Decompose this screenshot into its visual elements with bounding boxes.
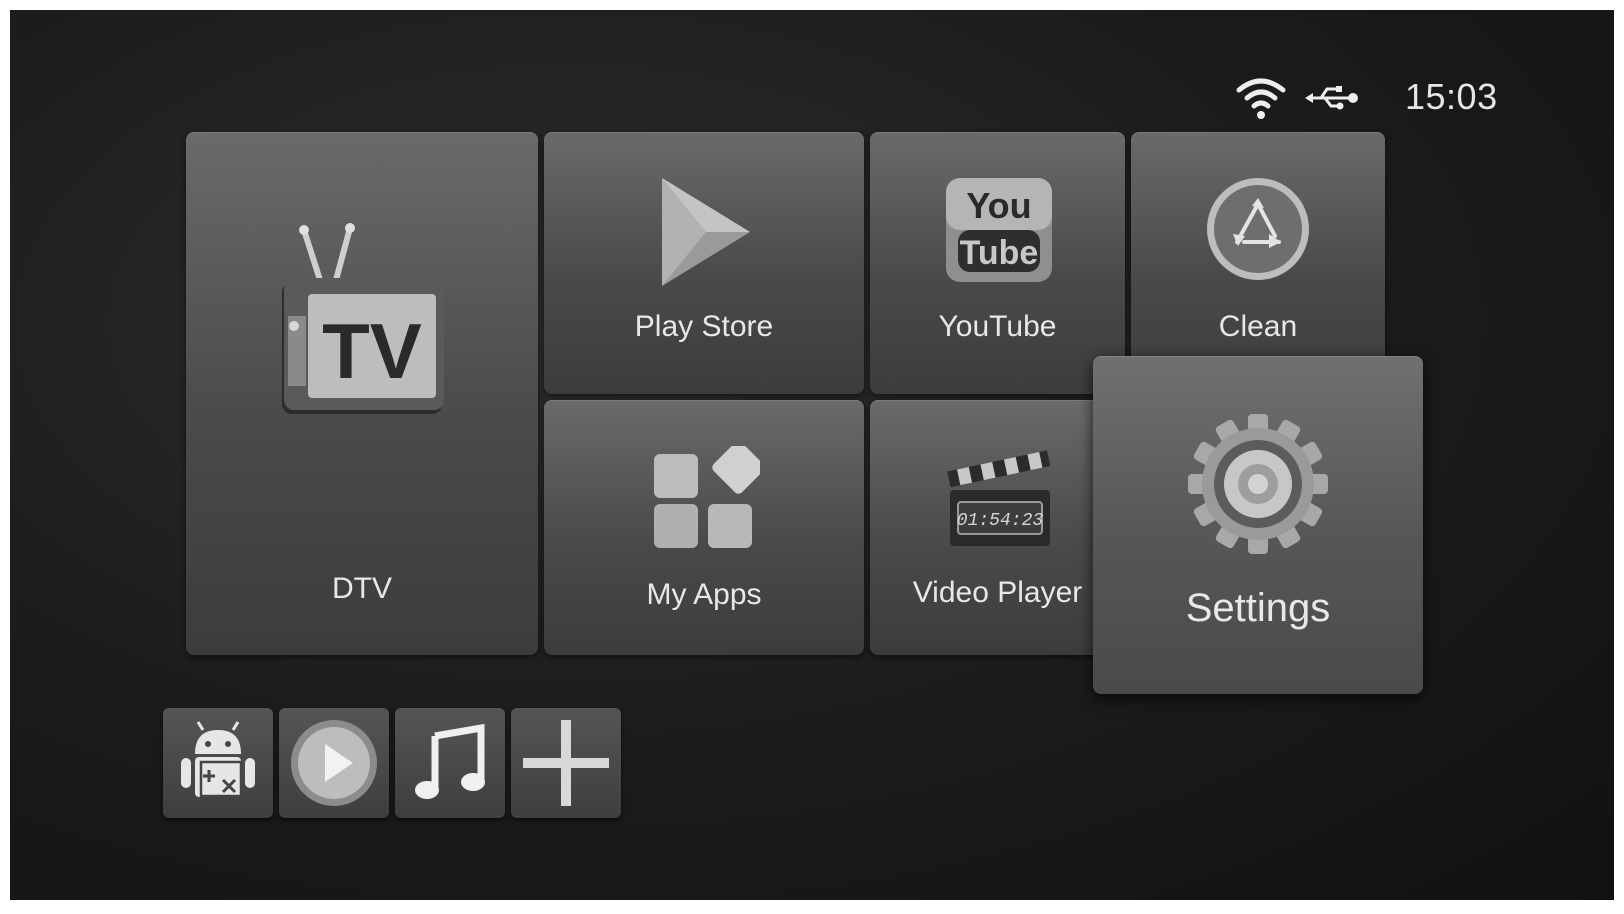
tile-dtv-label: DTV [332, 572, 392, 605]
tile-video-player[interactable]: 01:54:23 Video Player [870, 400, 1125, 655]
music-note-icon [415, 723, 485, 799]
android-icon [181, 721, 255, 798]
tv-icon: TV [282, 223, 444, 414]
youtube-icon-you: You [966, 185, 1031, 226]
gear-icon [1188, 414, 1328, 554]
home-screen: 15:03 TV DTV Play Store You Tube YouTube… [10, 10, 1614, 900]
shortcut-add[interactable] [511, 708, 621, 818]
shortcut-android-tools[interactable] [163, 708, 273, 818]
apps-grid-icon [654, 446, 760, 548]
status-bar: 15:03 [1235, 68, 1535, 128]
play-circle-icon [291, 720, 377, 806]
tile-clean-label: Clean [1218, 310, 1298, 343]
clock: 15:03 [1405, 76, 1498, 117]
tile-play-store[interactable]: Play Store [544, 132, 864, 394]
tile-youtube-label: YouTube [938, 310, 1057, 343]
tile-play-store-label: Play Store [634, 310, 774, 343]
shortcut-music[interactable] [395, 708, 505, 818]
tile-my-apps-label: My Apps [646, 578, 762, 611]
tile-video-player-label: Video Player [912, 576, 1083, 609]
youtube-icon-tube: Tube [960, 234, 1039, 272]
wifi-icon [1236, 78, 1286, 119]
tv-icon-text: TV [322, 307, 422, 395]
tile-dtv[interactable]: TV DTV [186, 132, 538, 655]
tile-my-apps[interactable]: My Apps [544, 400, 864, 655]
clapperboard-icon: 01:54:23 [947, 450, 1051, 546]
tile-youtube[interactable]: You Tube YouTube [870, 132, 1125, 394]
clapperboard-time: 01:54:23 [957, 511, 1044, 531]
usb-icon [1305, 86, 1358, 110]
tile-settings[interactable]: Settings [1093, 356, 1423, 694]
tile-settings-label: Settings [1185, 586, 1331, 630]
recycle-icon [1207, 178, 1309, 280]
shortcut-media-player[interactable] [279, 708, 389, 818]
play-store-icon [662, 178, 750, 286]
youtube-icon: You Tube [946, 178, 1052, 282]
plus-icon [523, 720, 609, 806]
tile-clean[interactable]: Clean [1131, 132, 1385, 394]
